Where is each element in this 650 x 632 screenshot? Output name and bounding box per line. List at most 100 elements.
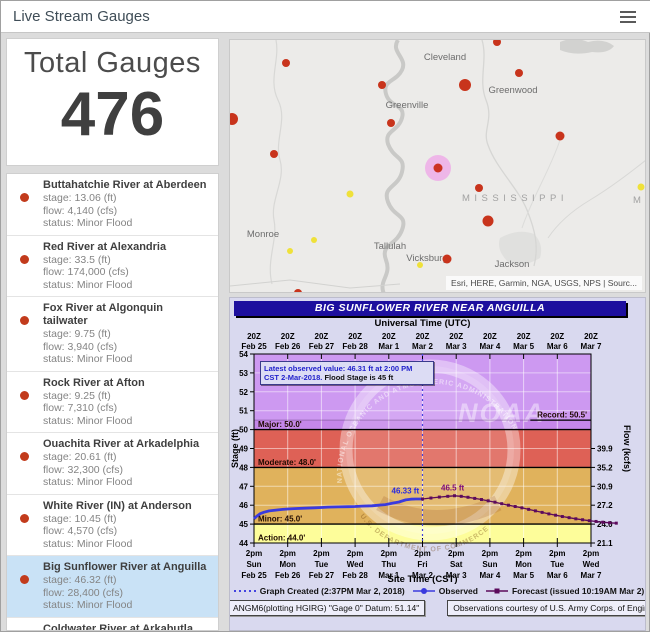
city-label: Greenwood [488,85,537,96]
chart-footers: ANGM6(plotting HGIRG) "Gage 0" Datum: 51… [229,600,646,616]
cst-dow-label: Sun [482,560,497,569]
city-label: Tallulah [374,241,406,252]
map-gauge-dot[interactable] [493,40,501,46]
gauge-name: Rock River at Afton [43,377,210,390]
cst-dow-label: Tue [550,560,564,569]
map-gauge-dot[interactable] [294,289,302,293]
gauge-detail-line: flow: 4,570 (cfs) [43,525,210,538]
city-label: Vicksburg [406,253,448,264]
map-gauge-dot[interactable] [311,237,317,243]
top-axis-title: Universal Time (UTC) [254,318,591,329]
state-label: MISSISSIPPI [462,193,568,204]
city-label: Cleveland [424,52,466,63]
utc-tick-label: 20Z [281,332,295,341]
map-gauge-dot[interactable] [347,191,354,198]
map-gauge-dot[interactable] [475,184,483,192]
map-gauge-dot[interactable] [230,113,238,125]
gauge-detail-line: flow: 7,310 (cfs) [43,402,210,415]
gauge-name: Red River at Alexandria [43,241,210,254]
list-item[interactable]: Buttahatchie River at Aberdeenstage: 13.… [7,174,218,236]
stage-tick-label: 47 [239,482,248,491]
cst-dow-label: Wed [583,560,600,569]
gauge-status-dot [20,193,29,202]
total-gauges-card: Total Gauges 476 [6,38,219,166]
map-city-labels: ClevelandGreenwoodGreenvilleMonroeTallul… [247,52,538,270]
list-item[interactable]: Fox River at Algonquin tailwaterstage: 9… [7,297,218,372]
utc-tick-label: 20Z [483,332,497,341]
cst-time-label: 2pm [549,549,565,558]
utc-tick-label: 20Z [315,332,329,341]
cst-dow-label: Fri [417,560,427,569]
legend-swatch-square-icon [485,587,509,595]
map-gauge-dot[interactable] [270,150,278,158]
flow-axis-title: Flow (kcfs) [622,425,632,472]
stage-tick-label: 44 [239,539,248,548]
gauge-detail-line: flow: 28,400 (cfs) [43,587,210,600]
flow-tick-label: 35.2 [597,463,613,472]
map-gauge-dot[interactable] [459,79,471,91]
legend-label: Graph Created (2:37PM Mar 2, 2018) [260,586,405,596]
map-gauge-dot[interactable] [483,216,494,227]
gauge-detail-line: status: Minor Flood [43,476,210,489]
map-gauge-dot[interactable] [443,255,452,264]
map-gauge-dot[interactable] [378,81,386,89]
hydrograph-title: BIG SUNFLOWER RIVER NEAR ANGUILLA [234,301,626,316]
city-label: Jackson [495,259,530,270]
stage-tick-label: 51 [239,407,248,416]
list-item[interactable]: Ouachita River at Arkadelphiastage: 20.6… [7,433,218,495]
hamburger-menu-icon[interactable] [613,5,643,29]
gauge-detail-line: stage: 10.45 (ft) [43,513,210,526]
total-gauges-value: 476 [7,82,218,148]
list-item[interactable]: Red River at Alexandriastage: 33.5 (ft)f… [7,236,218,298]
list-item[interactable]: Big Sunflower River at Anguillastage: 46… [7,556,218,618]
cst-time-label: 2pm [515,549,531,558]
gauge-detail-line: status: Minor Flood [43,279,210,292]
stage-tick-label: 45 [239,520,248,529]
map-gauge-dot[interactable] [515,69,523,77]
selected-gauge-dot[interactable] [434,164,443,173]
utc-date-label: Feb 28 [342,342,368,351]
utc-date-label: Feb 26 [275,342,301,351]
map-canvas[interactable]: MISSISSIPPIMISSISS ClevelandGreenwoodGre… [230,40,646,293]
map-gauge-dot[interactable] [287,248,293,254]
flow-tick-label: 30.9 [597,482,613,491]
utc-date-label: Feb 25 [241,342,267,351]
gauge-status-dot [20,255,29,264]
list-item[interactable]: White River (IN) at Andersonstage: 10.45… [7,495,218,557]
flow-tick-label: 39.9 [597,445,613,454]
gauge-detail-line: status: Minor Flood [43,353,210,366]
utc-tick-label: 20Z [449,332,463,341]
gauge-detail-line: status: Minor Flood [43,599,210,612]
list-item[interactable]: Coldwater River at Arkabutla Damstage: 2… [7,618,218,632]
utc-date-label: Mar 3 [446,342,467,351]
map-gauge-dot[interactable] [282,59,290,67]
map-gauge-dot[interactable] [387,119,395,127]
cst-dow-label: Mon [279,560,296,569]
map-gauge-dot[interactable] [556,132,565,141]
utc-tick-label: 20Z [382,332,396,341]
map-gauge-dot[interactable] [417,262,423,268]
utc-tick-label: 20Z [550,332,564,341]
utc-tick-label: 20Z [348,332,362,341]
map-attribution: Esri, HERE, Garmin, NGA, USGS, NPS | Sou… [446,276,642,290]
flow-tick-label: 21.1 [597,539,613,548]
map-gauge-dot[interactable] [638,184,645,191]
map-state-labels: MISSISSIPPIMISSISS [462,193,646,206]
annotation-flood-stage: Flood Stage is 45 ft [322,373,393,382]
hydrograph-panel: BIG SUNFLOWER RIVER NEAR ANGUILLA Univer… [229,297,646,631]
list-item[interactable]: Rock River at Aftonstage: 9.25 (ft)flow:… [7,372,218,434]
gauge-detail-line: flow: 174,000 (cfs) [43,266,210,279]
cst-time-label: 2pm [246,549,262,558]
bottom-axis-title: Site Time (CST) [254,574,591,585]
utc-date-label: Mar 5 [513,342,534,351]
annotation-line1: Latest observed value: 46.31 ft at 2:00 … [264,364,430,373]
gauge-status-dot [20,452,29,461]
utc-date-label: Feb 27 [309,342,335,351]
utc-date-label: Mar 1 [378,342,399,351]
stage-tick-label: 48 [239,463,248,472]
cst-dow-label: Wed [347,560,364,569]
map-panel[interactable]: MISSISSIPPIMISSISS ClevelandGreenwoodGre… [229,39,646,293]
stage-tick-label: 50 [239,426,248,435]
cst-time-label: 2pm [347,549,363,558]
gauge-detail-line: stage: 9.75 (ft) [43,328,210,341]
